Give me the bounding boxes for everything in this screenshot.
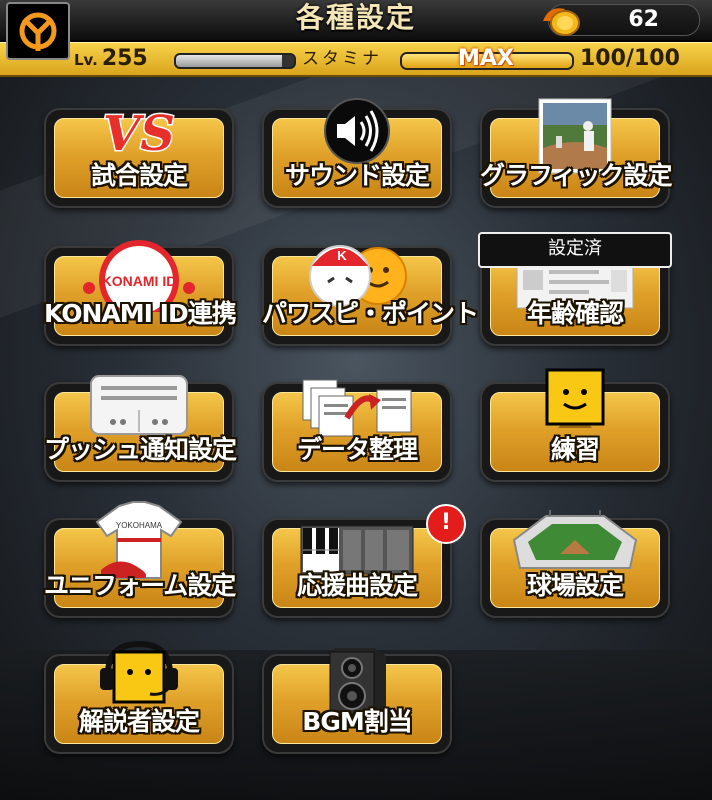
coin-counter[interactable]: 62 [543,4,700,36]
team-logo-icon [19,12,57,51]
push-settings-label: プッシュ通知設定 [44,435,237,464]
sound-settings-button[interactable]: サウンド設定 [262,98,452,208]
data-management-button[interactable]: データ整理 [262,372,452,482]
age-confirm-status-badge: 設定済 [478,232,672,268]
cheer-song-settings-label: 応援曲設定 [296,571,418,600]
stadium-settings-label: 球場設定 [526,571,624,600]
stadium-settings-button[interactable]: 球場設定 [480,508,670,618]
practice-button[interactable]: 練習 [480,368,670,482]
stadium-icon [512,510,638,569]
pawaspi-point-label: パワスピ・ポイント [262,299,479,328]
vs-icon: VS [102,106,177,158]
exp-bar [174,53,296,69]
vs-logo-text: VS [103,106,175,158]
headset-character-icon [100,640,178,704]
coin-count: 62 [628,7,659,32]
cheer-song-settings-button[interactable]: 応援曲設定 [262,508,452,618]
sound-settings-label: サウンド設定 [284,161,430,190]
graphic-settings-button[interactable]: グラフィック設定 [480,98,673,208]
level-value: 255 [101,46,148,71]
konami-id-link-label: KONAMI ID連携 [44,299,237,328]
coin-icon [543,8,580,36]
graphic-settings-label: グラフィック設定 [480,161,673,190]
konami-id-link-button[interactable]: KONAMI ID KONAMI ID連携 [44,236,237,346]
speaker-icon [324,98,390,164]
stamina-max-label: MAX [458,46,514,71]
exp-bar-fill [176,55,283,67]
data-management-label: データ整理 [296,435,418,464]
stamina-label: スタミナ [302,49,382,69]
bgm-assign-label: BGM割当 [302,707,412,736]
commentator-settings-button[interactable]: 解説者設定 [44,640,234,754]
match-settings-label: 試合設定 [90,161,188,190]
svg-text:K: K [337,248,347,263]
alert-badge: ! [426,504,466,544]
level-prefix: Lv. [74,51,98,69]
stamina-value: 100/100 [580,46,680,71]
status-bar: Lv. 255 スタミナ MAX 100/100 [0,42,712,77]
data-documents-icon [302,379,412,437]
uniform-settings-label: ユニフォーム設定 [44,571,236,600]
push-device-icon [90,375,188,435]
match-settings-button[interactable]: VS 試合設定 [44,98,234,208]
level-display: Lv. 255 [74,43,148,76]
bgm-assign-button[interactable]: BGM割当 [262,644,452,754]
svg-text:YOKOHAMA: YOKOHAMA [116,521,163,530]
header: 各種設定 62 Lv. 255 スタミナ MAX 100/100 [0,0,712,77]
pawaspi-point-button[interactable]: K パワスピ・ポイント [262,236,479,346]
age-confirm-label: 年齢確認 [526,299,624,328]
uniform-settings-button[interactable]: YOKOHAMA ユニフォーム設定 [44,501,236,618]
push-settings-button[interactable]: プッシュ通知設定 [44,372,237,482]
practice-label: 練習 [550,435,600,464]
team-logo-button[interactable] [6,2,70,60]
konami-id-logo-text: KONAMI ID [102,273,177,289]
commentator-settings-label: 解説者設定 [78,707,200,736]
